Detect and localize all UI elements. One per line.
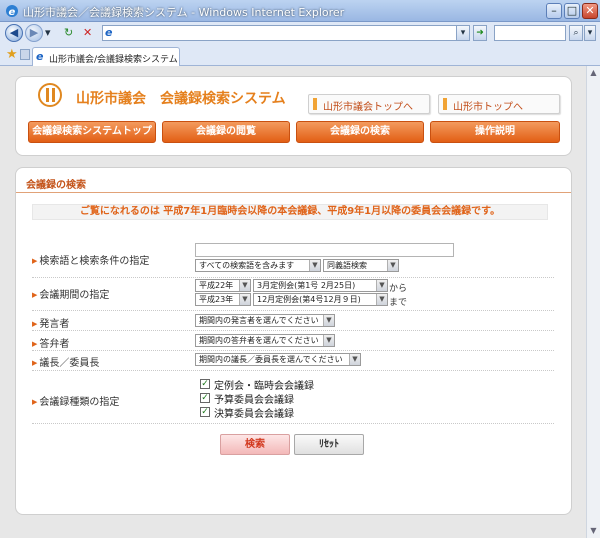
period-from-session-select[interactable]: 3月定例会(第1号 2月25日) ▼ xyxy=(253,279,388,292)
period-from-year-select[interactable]: 平成22年 ▼ xyxy=(195,279,251,292)
search-button[interactable]: ⌕ xyxy=(569,25,583,41)
maximize-button[interactable]: □ xyxy=(564,3,580,19)
site-title: 山形市議会 会議録検索システム xyxy=(76,91,286,107)
scroll-down-icon[interactable]: ▼ xyxy=(587,524,600,538)
row-divider xyxy=(32,310,554,311)
chevron-down-icon: ▼ xyxy=(323,315,334,326)
chevron-down-icon: ▼ xyxy=(239,294,250,305)
tab-page-icon: e xyxy=(36,50,44,63)
address-dropdown-button[interactable]: ▾ xyxy=(456,25,470,41)
chevron-down-icon: ▼ xyxy=(376,280,387,291)
bullet-arrow-icon: ▶ xyxy=(32,359,38,367)
back-button[interactable]: ◀ xyxy=(5,24,23,42)
row-divider xyxy=(32,423,554,424)
type-settlement-checkbox[interactable]: ✓ xyxy=(200,407,210,417)
keyword-input[interactable] xyxy=(195,243,454,257)
tab-current[interactable]: e 山形市議会/会議録検索システム xyxy=(32,47,180,66)
search-input[interactable] xyxy=(494,25,566,41)
svg-text:e: e xyxy=(9,7,16,18)
period-row-label: ▶ 会議期間の指定 xyxy=(32,290,110,301)
section-title: 会議録の検索 xyxy=(26,180,86,191)
type-regular-label: 定例会・臨時会会議録 xyxy=(214,381,314,392)
type-budget-label: 予算委員会会議録 xyxy=(214,395,294,406)
row-divider xyxy=(32,370,554,371)
chair-select[interactable]: 期間内の議長／委員長を選んでください ▼ xyxy=(195,353,361,366)
type-budget-checkbox[interactable]: ✓ xyxy=(200,393,210,403)
address-input[interactable]: e xyxy=(102,25,470,41)
scroll-up-icon[interactable]: ▲ xyxy=(587,66,600,80)
period-to-suffix: まで xyxy=(389,298,408,308)
bullet-arrow-icon: ▶ xyxy=(32,291,38,299)
close-button[interactable]: ✕ xyxy=(582,3,598,19)
period-to-session-select[interactable]: 12月定例会(第4号12月９日) ▼ xyxy=(253,293,388,306)
link-bar-icon xyxy=(313,98,317,110)
tab-bar: ★ e 山形市議会/会議録検索システム xyxy=(0,44,600,66)
bullet-arrow-icon: ▶ xyxy=(32,398,38,406)
favorites-add-icon[interactable] xyxy=(20,49,30,60)
search-options-button[interactable]: ▾ xyxy=(584,25,596,41)
row-divider xyxy=(32,350,554,351)
speaker-row-label: ▶ 発言者 xyxy=(32,319,70,330)
availability-notice: ご覧になれるのは 平成7年1月臨時会以降の本会議録、平成9年1月以降の委員会会議… xyxy=(32,204,548,220)
keyword-condition-select[interactable]: すべての検索語を含みます ▼ xyxy=(195,259,321,272)
city-council-top-link[interactable]: 山形市議会トップへ xyxy=(308,94,430,114)
go-button[interactable]: ➜ xyxy=(473,25,487,41)
chevron-down-icon: ▼ xyxy=(376,294,387,305)
chevron-down-icon: ▼ xyxy=(309,260,320,271)
bullet-arrow-icon: ▶ xyxy=(32,340,38,348)
chevron-down-icon: ▼ xyxy=(239,280,250,291)
nav-search[interactable]: 会議録の検索 xyxy=(296,121,424,143)
window-titlebar: e 山形市議会／会議録検索システム - Windows Internet Exp… xyxy=(0,0,600,22)
chair-row-label: ▶ 議長／委員長 xyxy=(32,358,100,369)
search-button[interactable]: 検索 xyxy=(220,434,290,455)
answerer-row-label: ▶ 答弁者 xyxy=(32,339,70,350)
chevron-down-icon: ▼ xyxy=(323,335,334,346)
favorites-star-icon[interactable]: ★ xyxy=(6,47,18,62)
address-toolbar: ◀ ▶ ▾ ↻ ✕ e ▾ ➜ ⌕ ▾ xyxy=(0,22,600,44)
chevron-down-icon: ▼ xyxy=(349,354,360,365)
section-divider xyxy=(16,192,571,193)
synonym-select[interactable]: 同義語検索 ▼ xyxy=(323,259,399,272)
nav-help[interactable]: 操作説明 xyxy=(430,121,560,143)
chevron-down-icon: ▼ xyxy=(387,260,398,271)
search-panel: 会議録の検索 ご覧になれるのは 平成7年1月臨時会以降の本会議録、平成9年1月以… xyxy=(15,167,572,515)
city-emblem-icon xyxy=(38,83,62,107)
bullet-arrow-icon: ▶ xyxy=(32,257,38,265)
ie-logo-icon: e xyxy=(6,5,18,18)
speaker-select[interactable]: 期間内の発言者を選んでください ▼ xyxy=(195,314,335,327)
page-icon: e xyxy=(105,26,113,39)
types-row-label: ▶ 会議録種類の指定 xyxy=(32,397,120,408)
nav-system-top[interactable]: 会議録検索システムトップ xyxy=(28,121,156,143)
link-bar-icon xyxy=(443,98,447,110)
row-divider xyxy=(32,330,554,331)
refresh-icon[interactable]: ↻ xyxy=(64,26,73,40)
type-regular-checkbox[interactable]: ✓ xyxy=(200,379,210,389)
bullet-arrow-icon: ▶ xyxy=(32,320,38,328)
site-header: 山形市議会 会議録検索システム 山形市議会トップへ 山形市トップへ 会議録検索シ… xyxy=(15,76,572,156)
history-dropdown-icon[interactable]: ▾ xyxy=(45,26,51,40)
window-title: 山形市議会／会議録検索システム - Windows Internet Explo… xyxy=(23,6,345,19)
row-divider xyxy=(32,277,554,278)
city-top-link[interactable]: 山形市トップへ xyxy=(438,94,560,114)
period-from-suffix: から xyxy=(389,284,408,294)
type-settlement-label: 決算委員会会議録 xyxy=(214,409,294,420)
forward-button[interactable]: ▶ xyxy=(25,24,43,42)
stop-icon[interactable]: ✕ xyxy=(83,26,92,40)
nav-browse[interactable]: 会議録の閲覧 xyxy=(162,121,290,143)
vertical-scrollbar[interactable]: ▲ ▼ xyxy=(586,66,600,538)
reset-button[interactable]: ﾘｾｯﾄ xyxy=(294,434,364,455)
minimize-button[interactable]: – xyxy=(546,3,562,19)
keyword-row-label: ▶ 検索語と検索条件の指定 xyxy=(32,256,150,267)
period-to-year-select[interactable]: 平成23年 ▼ xyxy=(195,293,251,306)
answerer-select[interactable]: 期間内の答弁者を選んでください ▼ xyxy=(195,334,335,347)
